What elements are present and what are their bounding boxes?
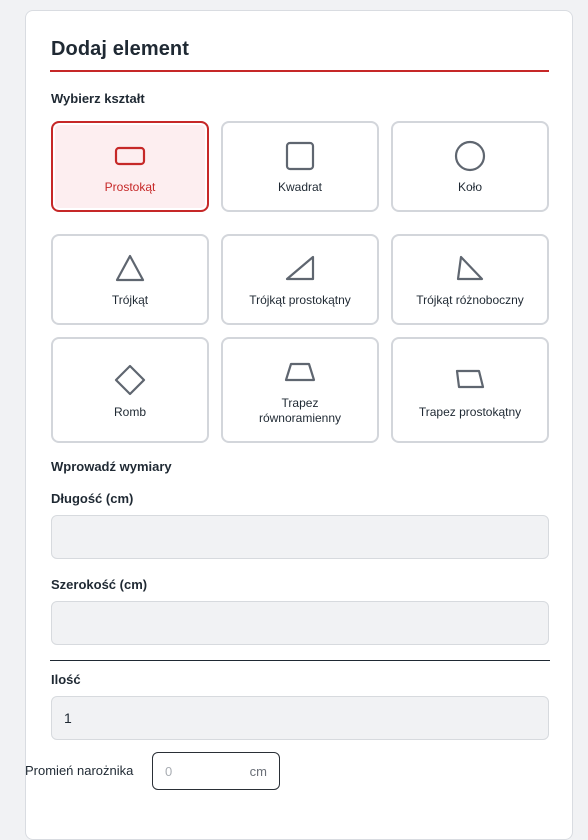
corner-radius-label: Promień narożnika <box>25 763 134 778</box>
square-icon <box>285 141 315 171</box>
title-divider <box>50 70 549 72</box>
shape-option-triangle[interactable]: Trójkąt <box>51 234 209 325</box>
shape-option-label: Prostokąt <box>104 180 156 194</box>
right-triangle-icon <box>285 255 315 281</box>
shape-option-label-line1: Trapez <box>281 396 319 410</box>
scalene-triangle-icon <box>456 255 484 281</box>
corner-radius-row: Promień narożnika cm <box>25 752 325 790</box>
shape-option-label-line2: równoramienny <box>258 411 342 425</box>
add-element-panel: Dodaj element Wybierz kształt Prostokąt … <box>25 10 573 840</box>
quantity-input[interactable] <box>51 696 549 740</box>
shape-option-scalene-triangle[interactable]: Trójkąt różnoboczny <box>391 234 549 325</box>
shape-option-right-trapezoid[interactable]: Trapez prostokątny <box>391 337 549 443</box>
shape-option-label: Koło <box>457 180 483 194</box>
corner-radius-unit: cm <box>249 764 267 779</box>
corner-radius-field[interactable]: cm <box>152 752 280 790</box>
panel-title: Dodaj element <box>51 38 189 60</box>
shape-option-label: Trapez prostokątny <box>418 405 522 419</box>
width-label: Szerokość (cm) <box>51 577 148 592</box>
shape-option-rhombus[interactable]: Romb <box>51 337 209 443</box>
shape-option-label: Kwadrat <box>277 180 323 194</box>
dimensions-section-label: Wprowadź wymiary <box>51 459 172 474</box>
shape-option-label: Trójkąt <box>111 293 149 307</box>
length-input[interactable] <box>51 515 549 559</box>
shape-section-label: Wybierz kształt <box>51 91 145 106</box>
right-trapezoid-icon <box>455 369 485 389</box>
shape-option-right-triangle[interactable]: Trójkąt prostokątny <box>221 234 379 325</box>
width-input[interactable] <box>51 601 549 645</box>
quantity-label: Ilość <box>51 672 81 687</box>
shape-option-square[interactable]: Kwadrat <box>221 121 379 212</box>
shape-option-label: Romb <box>113 405 146 419</box>
rhombus-icon <box>114 364 146 396</box>
shape-option-label: Trójkąt różnoboczny <box>416 293 524 307</box>
shape-option-rectangle[interactable]: Prostokąt <box>51 121 209 212</box>
shape-option-circle[interactable]: Koło <box>391 121 549 212</box>
shape-option-isosceles-trapezoid[interactable]: Trapez równoramienny <box>221 337 379 443</box>
triangle-icon <box>115 254 145 282</box>
circle-icon <box>454 140 486 172</box>
corner-radius-input[interactable] <box>165 762 245 780</box>
isosceles-trapezoid-icon <box>284 362 316 382</box>
section-divider <box>50 660 550 661</box>
length-label: Długość (cm) <box>51 491 134 506</box>
rectangle-icon <box>114 146 146 166</box>
shape-option-label: Trójkąt prostokątny <box>249 293 351 307</box>
